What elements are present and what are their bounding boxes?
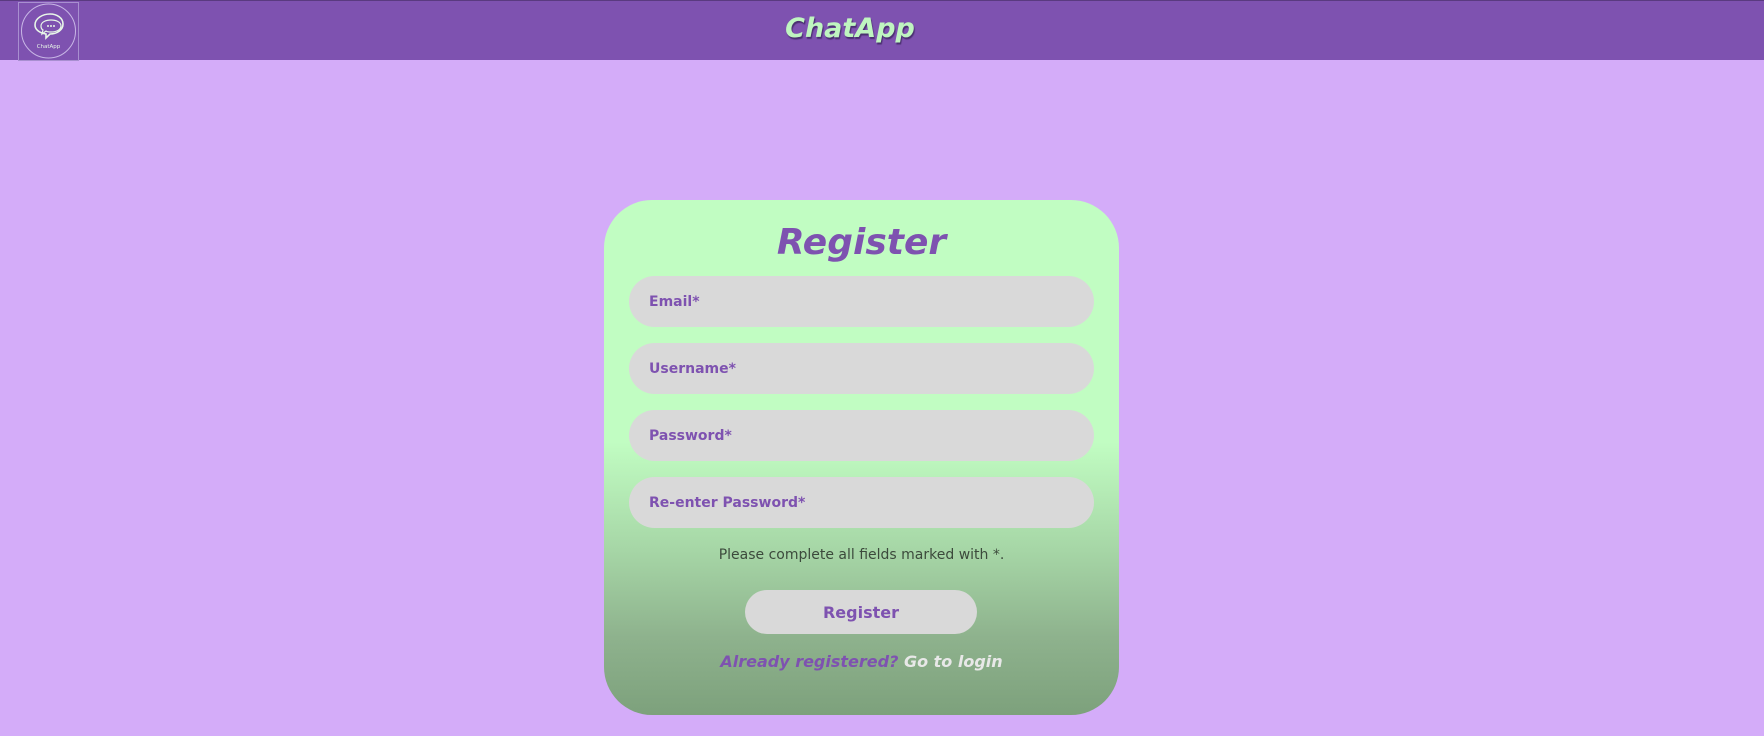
email-field[interactable]: [629, 276, 1094, 327]
reenter-password-field[interactable]: [629, 477, 1094, 528]
top-bar: ChatApp ChatApp: [0, 0, 1764, 61]
app-title: ChatApp: [785, 13, 915, 44]
login-prompt: Already registered? Go to login: [604, 652, 1119, 671]
logo-text: ChatApp: [37, 44, 61, 50]
go-to-login-link[interactable]: Go to login: [904, 652, 1003, 671]
register-button[interactable]: Register: [745, 590, 977, 634]
required-fields-hint: Please complete all fields marked with *…: [718, 547, 1005, 563]
username-field[interactable]: [629, 343, 1094, 394]
password-field[interactable]: [629, 410, 1094, 461]
register-card: Register Please complete all fields mark…: [604, 200, 1119, 715]
already-registered-text: Already registered?: [720, 652, 899, 671]
register-heading: Register: [776, 222, 947, 263]
